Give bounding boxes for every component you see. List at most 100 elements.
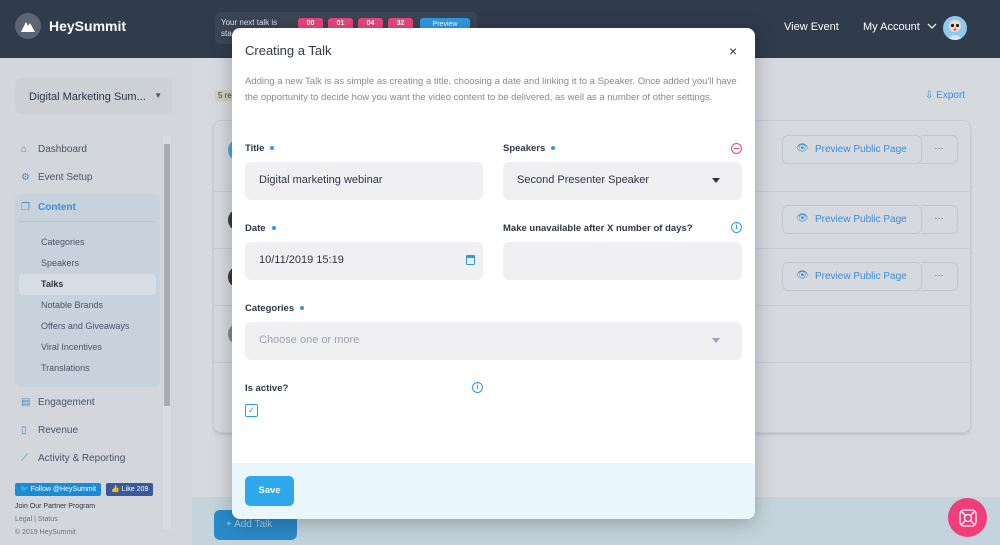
sidebar-nav: ⌂ Dashboard ⚙ Event Setup ❐ Content Cate… [15, 136, 160, 473]
sidebar-subitem-notable-brands[interactable]: Notable Brands [19, 295, 156, 316]
sidebar-item-label: Engagement [38, 397, 95, 408]
date-value: 10/11/2019 15:19 [259, 254, 344, 266]
eye-icon: 👁 [796, 270, 809, 281]
sidebar-subitem-categories[interactable]: Categories [19, 232, 156, 253]
help-button[interactable] [948, 498, 987, 537]
speakers-label: Speakers [503, 143, 556, 154]
event-name: Digital Marketing Sum... [29, 91, 146, 103]
export-link[interactable]: ⇩ Export [925, 90, 965, 101]
facebook-like-button[interactable]: 👍 Like 209 [106, 483, 154, 496]
sidebar-subitem-viral-incentives[interactable]: Viral Incentives [19, 337, 156, 358]
export-label: Export [936, 90, 966, 101]
caret-down-icon [712, 178, 720, 183]
preview-label: Preview Public Page [815, 144, 907, 155]
lifebuoy-icon [958, 508, 977, 527]
eye-icon: 👁 [796, 143, 809, 154]
view-event-link[interactable]: View Event [784, 21, 839, 33]
sidebar-item-label: Content [38, 202, 76, 213]
copyright: © 2019 HeySummit [15, 529, 76, 536]
sidebar-subitem-talks[interactable]: Talks [19, 274, 156, 295]
calendar-icon[interactable] [466, 255, 475, 265]
status-link[interactable]: Status [38, 516, 58, 523]
save-button[interactable]: Save [245, 476, 294, 506]
remove-speaker-icon[interactable] [731, 143, 742, 154]
more-options-button[interactable]: ··· [921, 205, 958, 234]
sidebar-item-label: Event Setup [38, 172, 93, 183]
twitter-icon: 🐦 [20, 486, 31, 493]
more-options-button[interactable]: ··· [921, 262, 958, 291]
twitter-follow-button[interactable]: 🐦 Follow @HeySummit [15, 483, 102, 496]
modal-title: Creating a Talk [245, 43, 332, 58]
sidebar-item-revenue[interactable]: ▯ Revenue [15, 417, 160, 445]
chat-icon: ▤ [21, 397, 31, 408]
partner-link[interactable]: Join Our Partner Program [15, 503, 95, 510]
sidebar-item-event-setup[interactable]: ⚙ Event Setup [15, 164, 160, 192]
required-dot [551, 146, 556, 151]
date-label: Date [245, 223, 276, 234]
sidebar-item-activity[interactable]: ⟋ Activity & Reporting [15, 445, 160, 473]
chevron-down-icon: ▼ [154, 91, 162, 100]
content-group: ❐ Content Categories Speakers Talks Nota… [15, 194, 160, 387]
footer-links: Legal | Status [15, 516, 58, 523]
required-dot [271, 226, 276, 231]
preview-public-page-button[interactable]: 👁 Preview Public Page [782, 262, 922, 291]
preview-public-page-button[interactable]: 👁 Preview Public Page [782, 205, 922, 234]
categories-label: Categories [245, 303, 305, 314]
sidebar-subitem-offers[interactable]: Offers and Giveaways [19, 316, 156, 337]
sidebar-subitem-speakers[interactable]: Speakers [19, 253, 156, 274]
is-active-label: Is active? [245, 383, 289, 394]
logo-icon [15, 13, 41, 39]
event-selector[interactable]: Digital Marketing Sum... ▼ [15, 78, 172, 114]
twitter-follow-label: Follow @HeySummit [30, 486, 97, 493]
scrollbar-thumb[interactable] [164, 144, 170, 406]
sidebar-subitem-translations[interactable]: Translations [19, 358, 156, 379]
required-dot [270, 146, 275, 151]
title-label: Title [245, 143, 275, 154]
is-active-checkbox[interactable]: ✓ [245, 404, 258, 417]
avatar[interactable] [943, 16, 967, 40]
modal-description: Adding a new Talk is as simple as creati… [245, 76, 737, 103]
brand-name: HeySummit [49, 18, 127, 34]
info-icon[interactable]: i [472, 382, 483, 393]
social-buttons: 🐦 Follow @HeySummit 👍 Like 209 [15, 483, 154, 496]
title-label-text: Title [245, 143, 265, 154]
info-icon[interactable]: i [731, 222, 742, 233]
required-dot [300, 306, 305, 311]
brand[interactable]: HeySummit [15, 13, 126, 39]
date-label-text: Date [245, 223, 266, 234]
my-account-menu[interactable]: My Account [863, 21, 937, 33]
facebook-like-label: Like 209 [121, 486, 149, 493]
speakers-select[interactable]: Second Presenter Speaker [503, 162, 742, 200]
my-account-label: My Account [863, 21, 920, 33]
legal-link[interactable]: Legal [15, 516, 32, 523]
sidebar-item-dashboard[interactable]: ⌂ Dashboard [15, 136, 160, 164]
sidebar-item-engagement[interactable]: ▤ Engagement [15, 389, 160, 417]
sidebar-item-label: Activity & Reporting [38, 453, 126, 464]
preview-label: Preview Public Page [815, 271, 907, 282]
sidebar-item-content[interactable]: ❐ Content [19, 194, 156, 222]
speakers-label-text: Speakers [503, 143, 546, 154]
sidebar-item-label: Revenue [38, 425, 79, 436]
preview-label: Preview Public Page [815, 214, 907, 225]
sidebar-scrollbar[interactable] [163, 136, 171, 529]
close-icon[interactable]: × [729, 43, 737, 59]
gears-icon: ⚙ [21, 172, 30, 183]
chevron-down-icon [927, 23, 937, 29]
create-talk-modal: Creating a Talk × Adding a new Talk is a… [232, 28, 755, 519]
revenue-icon: ▯ [21, 425, 27, 436]
date-input[interactable]: 10/11/2019 15:19 [245, 242, 483, 280]
speakers-value: Second Presenter Speaker [517, 174, 650, 186]
copy-icon: ❐ [21, 202, 30, 213]
title-input[interactable]: Digital marketing webinar [245, 162, 483, 200]
more-options-button[interactable]: ··· [921, 135, 958, 164]
chart-icon: ⟋ [21, 453, 28, 464]
unavailable-days-input[interactable] [503, 242, 742, 280]
thumbs-up-icon: 👍 [111, 486, 122, 493]
categories-select[interactable]: Choose one or more [245, 322, 742, 360]
download-icon: ⇩ [925, 90, 937, 101]
categories-placeholder: Choose one or more [259, 334, 360, 346]
eye-icon: 👁 [796, 213, 809, 224]
preview-public-page-button[interactable]: 👁 Preview Public Page [782, 135, 922, 164]
home-icon: ⌂ [21, 144, 28, 155]
caret-down-icon [712, 338, 720, 343]
